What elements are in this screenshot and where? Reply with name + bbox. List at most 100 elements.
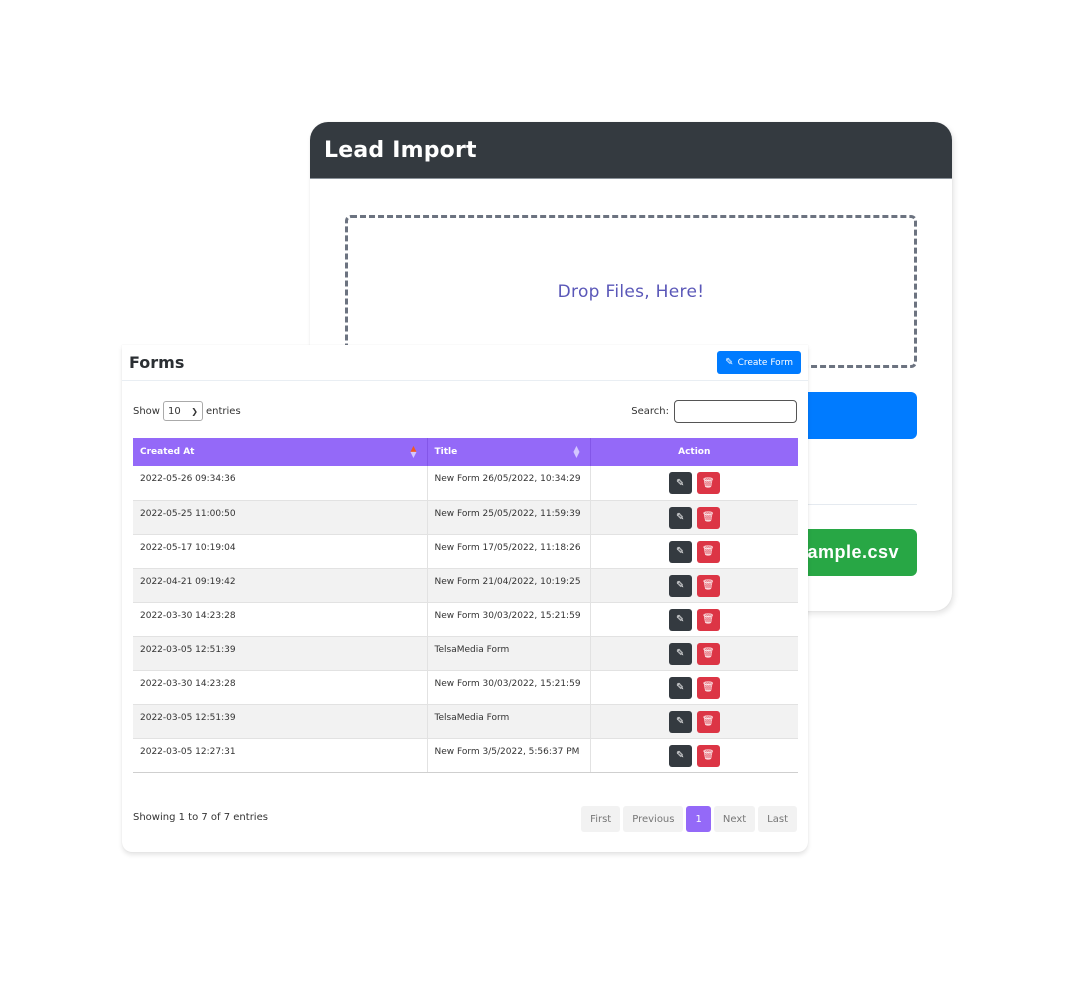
pencil-icon: ✎ bbox=[676, 580, 685, 591]
edit-button[interactable]: ✎ bbox=[668, 642, 692, 665]
edit-button[interactable]: ✎ bbox=[668, 540, 692, 563]
table-row: 2022-03-30 14:23:28 New Form 30/03/2022, … bbox=[133, 602, 798, 637]
pencil-icon: ✎ bbox=[676, 546, 685, 557]
delete-button[interactable]: 🗑 bbox=[696, 744, 720, 767]
column-label: Created At bbox=[140, 447, 195, 457]
pencil-icon: ✎ bbox=[676, 614, 685, 625]
delete-button[interactable]: 🗑 bbox=[696, 676, 720, 699]
column-header-action: Action bbox=[590, 438, 798, 466]
dropzone-text: Drop Files, Here! bbox=[557, 281, 705, 302]
pencil-icon: ✎ bbox=[676, 716, 685, 727]
table-header-row: Created At ▲ ▼ Title ▲ ▼ Action bbox=[133, 438, 798, 466]
cell-created-at: 2022-03-05 12:27:31 bbox=[133, 738, 428, 773]
cell-title: New Form 26/05/2022, 10:34:29 bbox=[427, 466, 591, 501]
search-input[interactable] bbox=[674, 399, 797, 423]
cell-created-at: 2022-04-21 09:19:42 bbox=[133, 568, 428, 603]
cell-action: ✎ 🗑 bbox=[590, 670, 798, 705]
cell-action: ✎ 🗑 bbox=[590, 466, 798, 501]
trash-icon: 🗑 bbox=[701, 614, 715, 625]
page-length-control: Show 10 ❯ entries bbox=[133, 401, 241, 421]
cell-action: ✎ 🗑 bbox=[590, 704, 798, 739]
edit-button[interactable]: ✎ bbox=[668, 574, 692, 597]
cell-title: New Form 30/03/2022, 15:21:59 bbox=[427, 670, 591, 705]
pencil-icon: ✎ bbox=[676, 512, 685, 523]
table-row: 2022-04-21 09:19:42 New Form 21/04/2022, … bbox=[133, 568, 798, 603]
table-row: 2022-05-17 10:19:04 New Form 17/05/2022, … bbox=[133, 534, 798, 569]
chevron-down-icon: ❯ bbox=[191, 406, 198, 416]
trash-icon: 🗑 bbox=[701, 512, 715, 523]
cell-title: New Form 17/05/2022, 11:18:26 bbox=[427, 534, 591, 569]
pagination-previous[interactable]: Previous bbox=[623, 806, 684, 832]
trash-icon: 🗑 bbox=[701, 580, 715, 591]
edit-icon: ✎ bbox=[725, 357, 734, 368]
pagination-last[interactable]: Last bbox=[758, 806, 797, 832]
cell-created-at: 2022-03-30 14:23:28 bbox=[133, 670, 428, 705]
table-row: 2022-03-05 12:27:31 New Form 3/5/2022, 5:… bbox=[133, 738, 798, 773]
page-length-value: 10 bbox=[167, 405, 181, 417]
cell-title: New Form 25/05/2022, 11:59:39 bbox=[427, 500, 591, 535]
pencil-icon: ✎ bbox=[676, 477, 685, 489]
cell-title: New Form 30/03/2022, 15:21:59 bbox=[427, 602, 591, 637]
cell-created-at: 2022-03-05 12:51:39 bbox=[133, 704, 428, 739]
column-label: Action bbox=[678, 447, 711, 457]
edit-button[interactable]: ✎ bbox=[668, 676, 692, 699]
forms-header: Forms ✎ Create Form bbox=[122, 345, 808, 381]
cell-created-at: 2022-03-30 14:23:28 bbox=[133, 602, 428, 637]
trash-icon: 🗑 bbox=[701, 477, 715, 489]
delete-button[interactable]: 🗑 bbox=[696, 710, 720, 733]
trash-icon: 🗑 bbox=[701, 682, 715, 693]
table-row: 2022-03-05 12:51:39 TelsaMedia Form ✎ 🗑 bbox=[133, 636, 798, 671]
entries-label: entries bbox=[205, 405, 241, 417]
cell-created-at: 2022-05-17 10:19:04 bbox=[133, 534, 428, 569]
trash-icon: 🗑 bbox=[701, 716, 715, 727]
column-header-title[interactable]: Title ▲ ▼ bbox=[427, 438, 591, 466]
show-label: Show bbox=[133, 405, 160, 417]
table-info: Showing 1 to 7 of 7 entries bbox=[133, 812, 268, 823]
pagination-next[interactable]: Next bbox=[713, 806, 756, 832]
pagination-page-current[interactable]: 1 bbox=[686, 806, 711, 832]
sort-icon: ▲ ▼ bbox=[410, 444, 417, 459]
page-length-select[interactable]: 10 ❯ bbox=[162, 401, 203, 421]
pagination: First Previous 1 Next Last bbox=[581, 806, 797, 832]
forms-title: Forms bbox=[129, 353, 185, 372]
cell-title: TelsaMedia Form bbox=[427, 704, 591, 739]
create-form-label: Create Form bbox=[737, 357, 793, 368]
search-label: Search: bbox=[631, 405, 669, 417]
column-label: Title bbox=[434, 447, 458, 457]
lead-import-title: Lead Import bbox=[324, 137, 477, 163]
table-row: 2022-05-25 11:00:50 New Form 25/05/2022, … bbox=[133, 500, 798, 535]
delete-button[interactable]: 🗑 bbox=[696, 642, 720, 665]
cell-action: ✎ 🗑 bbox=[590, 534, 798, 569]
sort-icon: ▲ ▼ bbox=[573, 444, 580, 459]
column-header-created-at[interactable]: Created At ▲ ▼ bbox=[133, 438, 428, 466]
edit-button[interactable]: ✎ bbox=[668, 608, 692, 631]
pencil-icon: ✎ bbox=[676, 750, 685, 761]
cell-action: ✎ 🗑 bbox=[590, 738, 798, 773]
trash-icon: 🗑 bbox=[701, 648, 715, 659]
pencil-icon: ✎ bbox=[676, 682, 685, 693]
cell-created-at: 2022-05-25 11:00:50 bbox=[133, 500, 428, 535]
delete-button[interactable]: 🗑 bbox=[696, 574, 720, 597]
lead-import-header: Lead Import bbox=[310, 122, 952, 179]
edit-button[interactable]: ✎ bbox=[668, 710, 692, 733]
pagination-first[interactable]: First bbox=[581, 806, 621, 832]
cell-action: ✎ 🗑 bbox=[590, 500, 798, 535]
cell-action: ✎ 🗑 bbox=[590, 602, 798, 637]
table-controls: Show 10 ❯ entries Search: bbox=[133, 399, 797, 423]
cell-title: New Form 21/04/2022, 10:19:25 bbox=[427, 568, 591, 603]
cell-title: TelsaMedia Form bbox=[427, 636, 591, 671]
edit-button[interactable]: ✎ bbox=[668, 506, 692, 529]
forms-table: Created At ▲ ▼ Title ▲ ▼ Action 2022-05-26… bbox=[133, 438, 798, 773]
delete-button[interactable]: 🗑 bbox=[696, 472, 720, 494]
delete-button[interactable]: 🗑 bbox=[696, 608, 720, 631]
cell-title: New Form 3/5/2022, 5:56:37 PM bbox=[427, 738, 591, 773]
edit-button[interactable]: ✎ bbox=[668, 744, 692, 767]
forms-card: Forms ✎ Create Form Show 10 ❯ entries Se… bbox=[122, 345, 808, 852]
pencil-icon: ✎ bbox=[676, 648, 685, 659]
delete-button[interactable]: 🗑 bbox=[696, 506, 720, 529]
table-row: 2022-03-30 14:23:28 New Form 30/03/2022, … bbox=[133, 670, 798, 705]
delete-button[interactable]: 🗑 bbox=[696, 540, 720, 563]
cell-created-at: 2022-05-26 09:34:36 bbox=[133, 466, 428, 501]
create-form-button[interactable]: ✎ Create Form bbox=[717, 351, 801, 374]
edit-button[interactable]: ✎ bbox=[668, 472, 692, 494]
